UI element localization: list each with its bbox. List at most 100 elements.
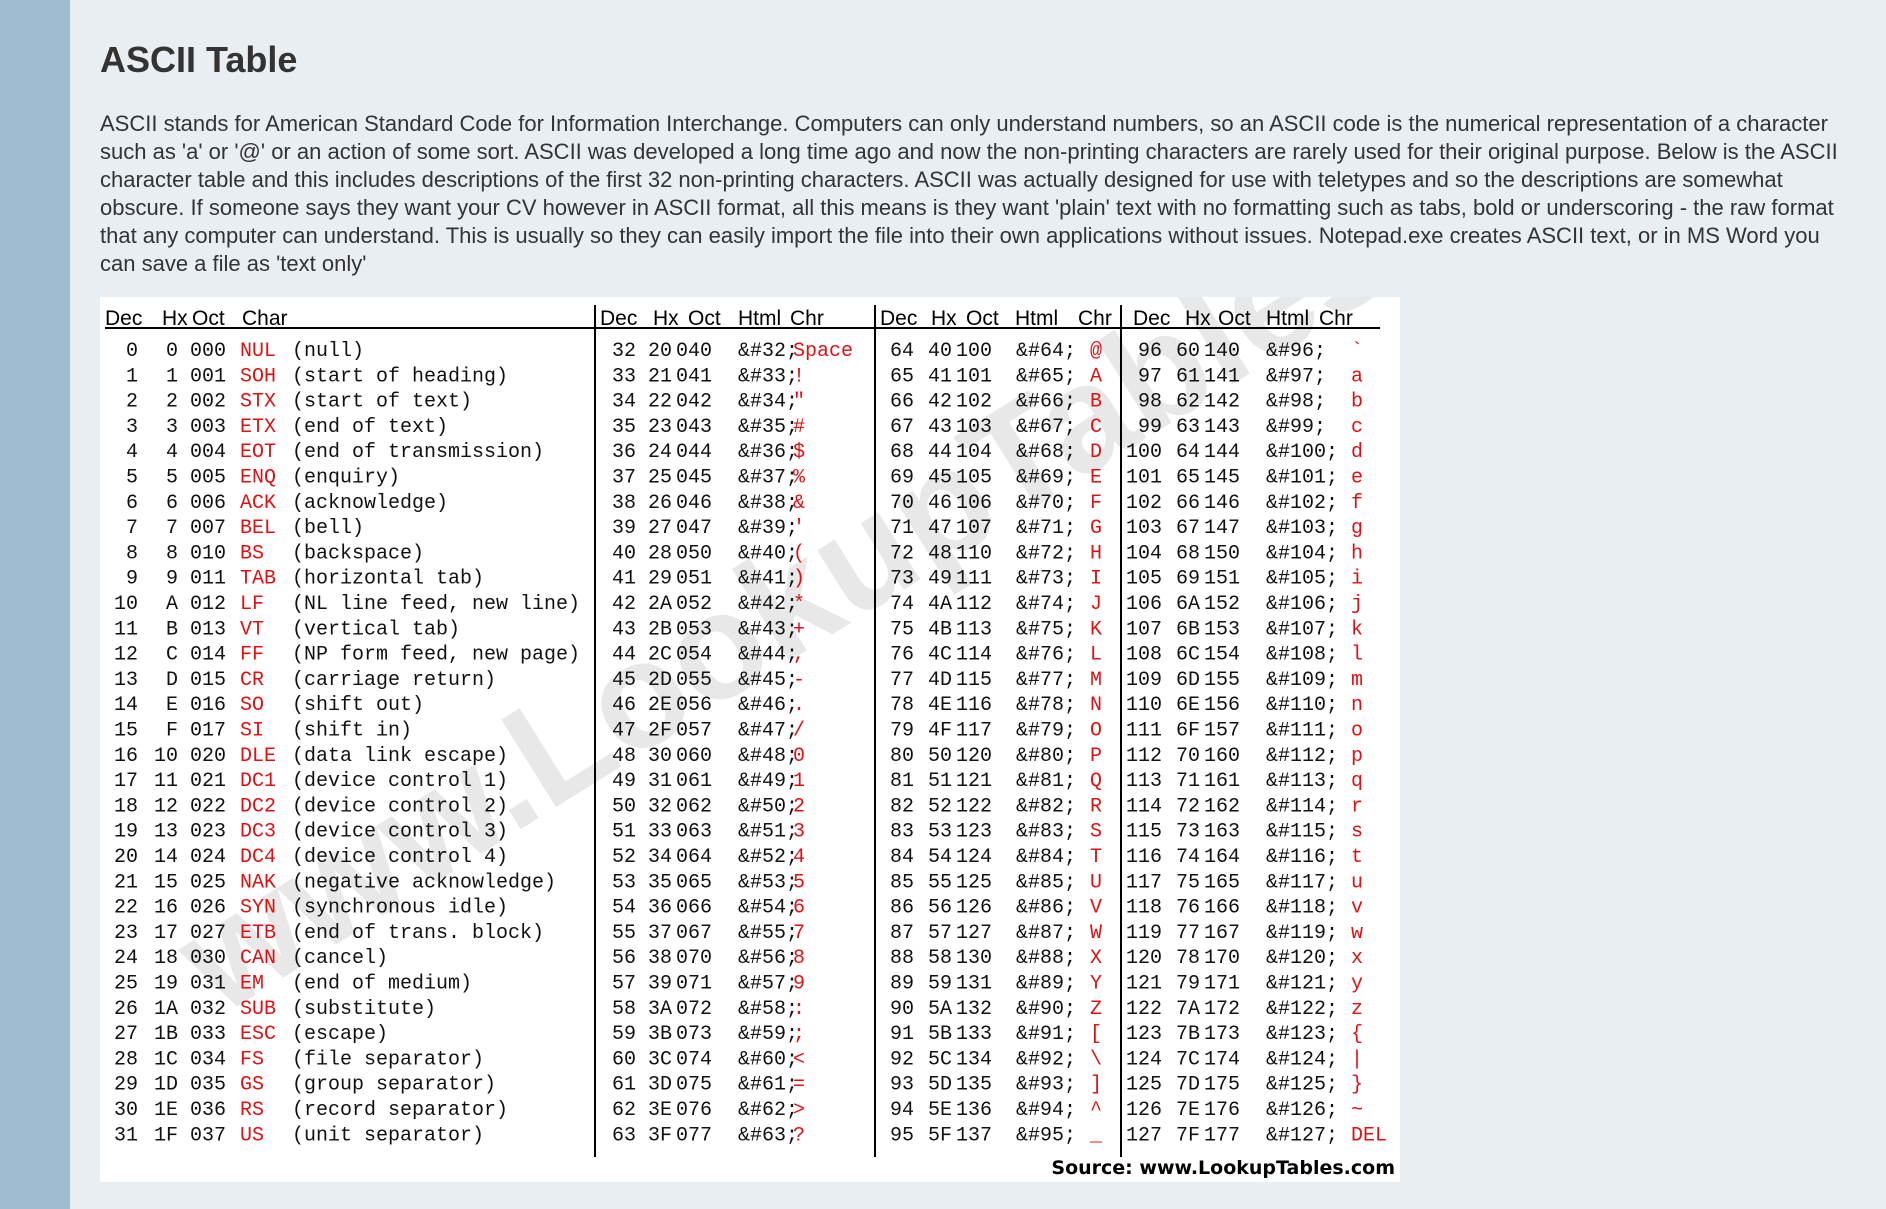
html-cell: &#37; [738,467,798,490]
description-cell: (bell) [292,517,364,540]
dec-cell: 68 [890,441,914,464]
oct-cell: 030 [190,947,226,970]
dec-cell: 94 [890,1099,914,1122]
html-cell: &#126; [1266,1099,1338,1122]
dec-cell: 72 [890,542,914,565]
hex-cell: E [166,694,178,717]
hex-cell: 2B [648,618,672,641]
html-cell: &#62; [738,1099,798,1122]
column-header: Dec [105,307,142,330]
oct-cell: 056 [676,694,712,717]
hex-cell: 1 [166,365,178,388]
chr-cell: * [793,593,805,616]
oct-cell: 133 [956,1023,992,1046]
html-cell: &#103; [1266,517,1338,540]
oct-cell: 120 [956,745,992,768]
dec-cell: 104 [1126,542,1162,565]
html-cell: &#73; [1016,568,1076,591]
hex-cell: 7C [1176,1048,1200,1071]
html-cell: &#70; [1016,492,1076,515]
oct-cell: 131 [956,973,992,996]
description-cell: (NL line feed, new line) [292,593,580,616]
oct-cell: 162 [1204,795,1240,818]
hex-cell: 62 [1176,391,1200,414]
oct-cell: 123 [956,821,992,844]
char-cell: TAB [240,568,276,591]
hex-cell: 41 [928,365,952,388]
hex-cell: 49 [928,568,952,591]
html-cell: &#102; [1266,492,1338,515]
chr-cell: { [1351,1023,1363,1046]
oct-cell: 140 [1204,340,1240,363]
dec-cell: 95 [890,1124,914,1147]
description-cell: (device control 4) [292,846,508,869]
html-cell: &#93; [1016,1074,1076,1097]
dec-cell: 121 [1126,973,1162,996]
dec-cell: 84 [890,846,914,869]
oct-cell: 026 [190,897,226,920]
dec-cell: 31 [114,1124,138,1147]
html-cell: &#119; [1266,922,1338,945]
description-cell: (group separator) [292,1074,496,1097]
hex-cell: 6C [1176,644,1200,667]
oct-cell: 066 [676,897,712,920]
char-cell: CAN [240,947,276,970]
oct-cell: 063 [676,821,712,844]
html-cell: &#48; [738,745,798,768]
column-header: Char [242,307,288,330]
dec-cell: 41 [612,568,636,591]
oct-cell: 150 [1204,542,1240,565]
chr-cell: 9 [793,973,805,996]
oct-cell: 157 [1204,720,1240,743]
dec-cell: 114 [1126,795,1162,818]
hex-cell: 18 [154,947,178,970]
dec-cell: 54 [612,897,636,920]
oct-cell: 124 [956,846,992,869]
hex-cell: 6E [1176,694,1200,717]
dec-cell: 44 [612,644,636,667]
dec-cell: 53 [612,871,636,894]
html-cell: &#109; [1266,669,1338,692]
dec-cell: 10 [114,593,138,616]
html-cell: &#82; [1016,795,1076,818]
oct-cell: 041 [676,365,712,388]
chr-cell: 1 [793,770,805,793]
hex-cell: 76 [1176,897,1200,920]
hex-cell: A [166,593,178,616]
html-cell: &#75; [1016,618,1076,641]
chr-cell: ? [793,1124,805,1147]
chr-cell: ~ [1351,1099,1363,1122]
hex-cell: 2E [648,694,672,717]
html-cell: &#53; [738,871,798,894]
oct-cell: 112 [956,593,992,616]
dec-cell: 126 [1126,1099,1162,1122]
oct-cell: 034 [190,1048,226,1071]
html-cell: &#86; [1016,897,1076,920]
dec-cell: 38 [612,492,636,515]
html-cell: &#52; [738,846,798,869]
dec-cell: 59 [612,1023,636,1046]
oct-cell: 135 [956,1074,992,1097]
dec-cell: 48 [612,745,636,768]
chr-cell: # [793,416,805,439]
html-cell: &#90; [1016,998,1076,1021]
chr-cell: ( [793,542,805,565]
column-header: Dec [880,307,917,330]
oct-cell: 167 [1204,922,1240,945]
oct-cell: 054 [676,644,712,667]
dec-cell: 50 [612,795,636,818]
chr-cell: 6 [793,897,805,920]
dec-cell: 49 [612,770,636,793]
hex-cell: 34 [648,846,672,869]
description-cell: (device control 2) [292,795,508,818]
dec-cell: 21 [114,871,138,894]
dec-cell: 115 [1126,821,1162,844]
description-cell: (escape) [292,1023,388,1046]
hex-cell: 19 [154,973,178,996]
oct-cell: 165 [1204,871,1240,894]
chr-cell: q [1351,770,1363,793]
description-cell: (device control 3) [292,821,508,844]
dec-cell: 18 [114,795,138,818]
chr-cell: 4 [793,846,805,869]
hex-cell: 1B [154,1023,178,1046]
